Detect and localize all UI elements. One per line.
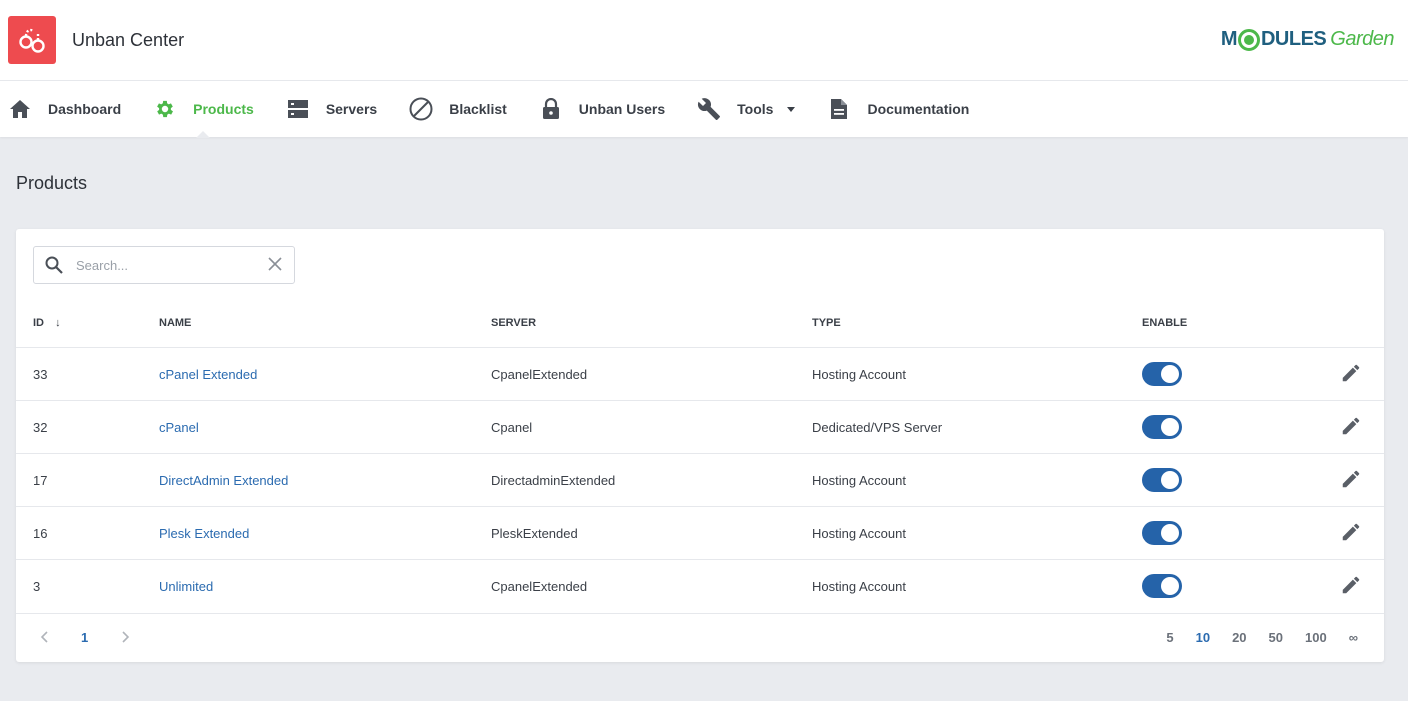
nav-servers-label: Servers (325, 101, 378, 117)
cell-id: 3 (16, 559, 159, 612)
cell-server: CpanelExtended (491, 559, 812, 612)
app-logo-handcuffs-icon[interactable] (8, 16, 56, 64)
pagination: 1 5 10 20 50 100 ∞ (16, 613, 1384, 663)
cell-id: 17 (16, 453, 159, 507)
nav-products[interactable]: Products (153, 81, 254, 138)
cell-type: Dedicated/VPS Server (812, 400, 1142, 454)
edit-pencil-icon[interactable] (1338, 362, 1362, 386)
nav-documentation-label: Documentation (867, 101, 970, 117)
nav-blacklist-label: Blacklist (449, 101, 507, 117)
brand-text-3: Garden (1330, 28, 1394, 50)
nav-tools-label: Tools (737, 101, 774, 117)
sort-arrow-down-icon: ↓ (55, 317, 61, 329)
cell-type: Hosting Account (812, 453, 1142, 507)
products-card: ID ↓ NAME SERVER TYPE ENABLE 33 cPanel E… (16, 229, 1384, 662)
nav-unban-users-label: Unban Users (578, 101, 666, 117)
app-title: Unban Center (72, 30, 185, 50)
enable-toggle[interactable] (1142, 362, 1182, 386)
nav-blacklist[interactable]: Blacklist (409, 81, 507, 137)
product-name-link[interactable]: cPanel Extended (159, 367, 257, 382)
document-icon (827, 97, 851, 121)
cell-id: 33 (16, 347, 159, 401)
product-name-link[interactable]: DirectAdmin Extended (159, 473, 288, 488)
close-icon[interactable] (268, 257, 282, 271)
column-header-actions (1322, 299, 1384, 348)
table-row: 32 cPanel Cpanel Dedicated/VPS Server (16, 400, 1384, 454)
nav-documentation[interactable]: Documentation (827, 81, 969, 137)
page-size-option-infinite[interactable]: ∞ (1349, 630, 1358, 645)
page-size-option[interactable]: 5 (1166, 630, 1173, 645)
cell-id: 16 (16, 506, 159, 560)
nav-tools[interactable]: Tools (697, 81, 796, 137)
nav-dashboard-label: Dashboard (48, 101, 122, 117)
chevron-right-icon[interactable] (118, 630, 132, 644)
lock-icon (539, 97, 563, 121)
nav-products-label: Products (193, 101, 254, 117)
page-number-current[interactable]: 1 (81, 630, 89, 645)
search-box[interactable] (33, 246, 295, 284)
product-name-link[interactable]: Plesk Extended (159, 526, 249, 541)
brand-text-2: DULES (1260, 28, 1327, 50)
table-header-row: ID ↓ NAME SERVER TYPE ENABLE (16, 299, 1384, 348)
block-icon (409, 97, 433, 121)
enable-toggle[interactable] (1142, 574, 1182, 598)
column-header-id-label: ID (33, 317, 44, 329)
search-input[interactable] (74, 256, 258, 274)
page-size-option[interactable]: 50 (1269, 630, 1283, 645)
nav-dashboard[interactable]: Dashboard (8, 81, 121, 137)
enable-toggle[interactable] (1142, 468, 1182, 492)
column-header-id[interactable]: ID ↓ (16, 299, 159, 348)
brand-text-1: M (1220, 28, 1238, 50)
page-size-option[interactable]: 100 (1305, 630, 1327, 645)
page-title: Products (16, 173, 88, 193)
enable-toggle[interactable] (1142, 521, 1182, 545)
cell-server: Cpanel (491, 400, 812, 454)
page-size-option[interactable]: 20 (1232, 630, 1246, 645)
table-row: 3 Unlimited CpanelExtended Hosting Accou… (16, 559, 1384, 612)
cell-type: Hosting Account (812, 559, 1142, 612)
column-header-enable[interactable]: ENABLE (1142, 299, 1322, 348)
edit-pencil-icon[interactable] (1338, 521, 1362, 545)
modulesgarden-logo[interactable]: M DULES Garden (1221, 28, 1394, 51)
chevron-down-icon (787, 106, 796, 112)
table-row: 17 DirectAdmin Extended DirectadminExten… (16, 453, 1384, 507)
cell-type: Hosting Account (812, 506, 1142, 560)
table-row: 16 Plesk Extended PleskExtended Hosting … (16, 506, 1384, 560)
chevron-left-icon[interactable] (38, 630, 52, 644)
edit-pencil-icon[interactable] (1338, 574, 1362, 598)
column-header-server[interactable]: SERVER (491, 299, 812, 348)
top-header: Unban Center M DULES Garden (0, 0, 1408, 81)
cell-type: Hosting Account (812, 347, 1142, 401)
main-nav: Dashboard Products Servers Blacklist Unb… (0, 81, 1408, 138)
cell-id: 32 (16, 400, 159, 454)
table-row: 33 cPanel Extended CpanelExtended Hostin… (16, 347, 1384, 401)
page-size-selector: 5 10 20 50 100 ∞ (1144, 630, 1358, 645)
home-icon (8, 97, 32, 121)
cell-server: CpanelExtended (491, 347, 812, 401)
edit-pencil-icon[interactable] (1338, 415, 1362, 439)
server-icon (286, 97, 310, 121)
wrench-icon (697, 97, 721, 121)
gear-icon (153, 97, 177, 121)
enable-toggle[interactable] (1142, 415, 1182, 439)
column-header-type[interactable]: TYPE (812, 299, 1142, 348)
search-icon (44, 255, 64, 275)
products-table: ID ↓ NAME SERVER TYPE ENABLE 33 cPanel E… (16, 299, 1384, 612)
nav-unban-users[interactable]: Unban Users (539, 81, 665, 137)
edit-pencil-icon[interactable] (1338, 468, 1362, 492)
cell-server: DirectadminExtended (491, 453, 812, 507)
cell-server: PleskExtended (491, 506, 812, 560)
globe-icon (1237, 28, 1260, 51)
nav-servers[interactable]: Servers (286, 81, 377, 137)
product-name-link[interactable]: Unlimited (159, 579, 213, 594)
product-name-link[interactable]: cPanel (159, 420, 199, 435)
page-size-option-selected[interactable]: 10 (1196, 630, 1210, 645)
column-header-name[interactable]: NAME (159, 299, 491, 348)
